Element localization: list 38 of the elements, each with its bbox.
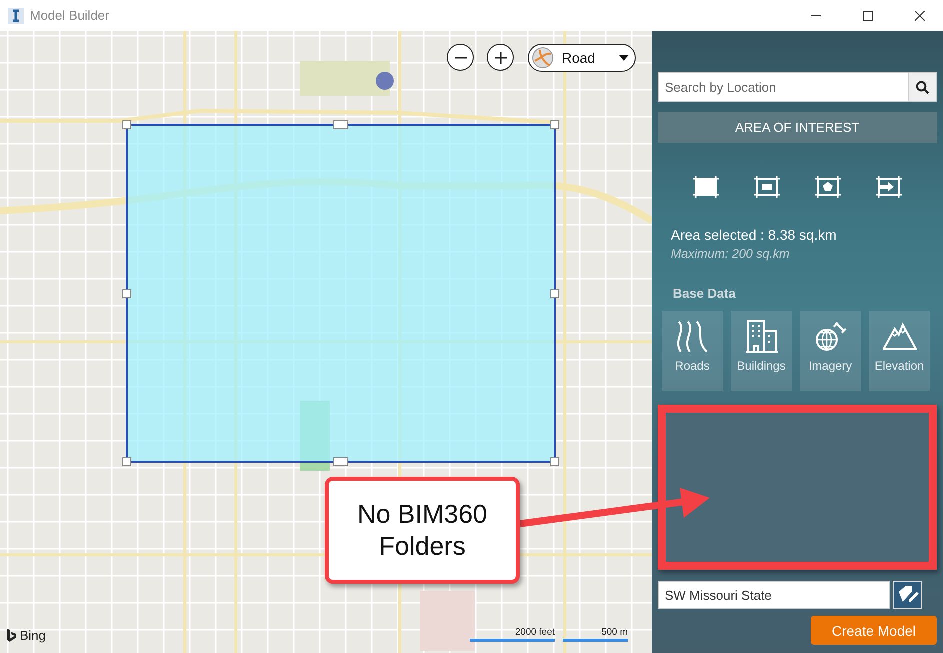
scale-bar: 500 m: [563, 627, 628, 642]
search-field[interactable]: Search by Location: [658, 72, 908, 102]
base-data-tile[interactable]: Elevation: [869, 311, 930, 391]
rectangle-select-icon: [692, 175, 720, 199]
selection-tool-button[interactable]: [692, 175, 720, 199]
base-data-tile[interactable]: Roads: [662, 311, 723, 391]
search-button[interactable]: [908, 72, 937, 102]
search-icon: [916, 80, 929, 94]
model-name-field[interactable]: SW Missouri State: [658, 581, 890, 609]
close-icon: [915, 10, 925, 20]
arrow-import-icon: [874, 175, 903, 199]
map-globe-icon: [532, 47, 554, 69]
bing-logo-icon: [6, 628, 17, 643]
polygon-select-icon: [814, 175, 842, 199]
plus-icon: [494, 50, 508, 64]
app-icon: [8, 8, 24, 24]
map-style-dropdown[interactable]: Road: [528, 44, 636, 72]
scale-bar: 2000 feet: [470, 627, 555, 642]
base-data-tile[interactable]: Imagery: [800, 311, 861, 391]
callout-text: No BIM360 Folders: [356, 499, 489, 562]
roads-icon: [676, 319, 710, 353]
maximize-icon: [863, 10, 873, 20]
area-selected-text: Area selected : 8.38 sq.km: [671, 227, 838, 243]
selection-tool-button[interactable]: [753, 175, 782, 199]
selection-tool-button[interactable]: [814, 175, 842, 199]
base-data-tile[interactable]: Buildings: [731, 311, 792, 391]
area-of-interest-button[interactable]: AREA OF INTEREST: [658, 112, 937, 143]
map-attribution: Bing: [20, 628, 46, 643]
caret-icon: [619, 55, 629, 61]
selection-tool-button[interactable]: [874, 175, 903, 199]
minus-icon: [454, 56, 468, 58]
tag-edit-button[interactable]: [893, 581, 922, 609]
window-title: Model Builder: [30, 8, 110, 23]
create-model-button[interactable]: Create Model: [811, 616, 937, 645]
maximum-area-text: Maximum: 200 sq.km: [671, 247, 791, 261]
section-heading: Base Data: [673, 286, 737, 301]
buildings-icon: [744, 319, 778, 353]
rectangle-inset-icon: [753, 175, 782, 199]
